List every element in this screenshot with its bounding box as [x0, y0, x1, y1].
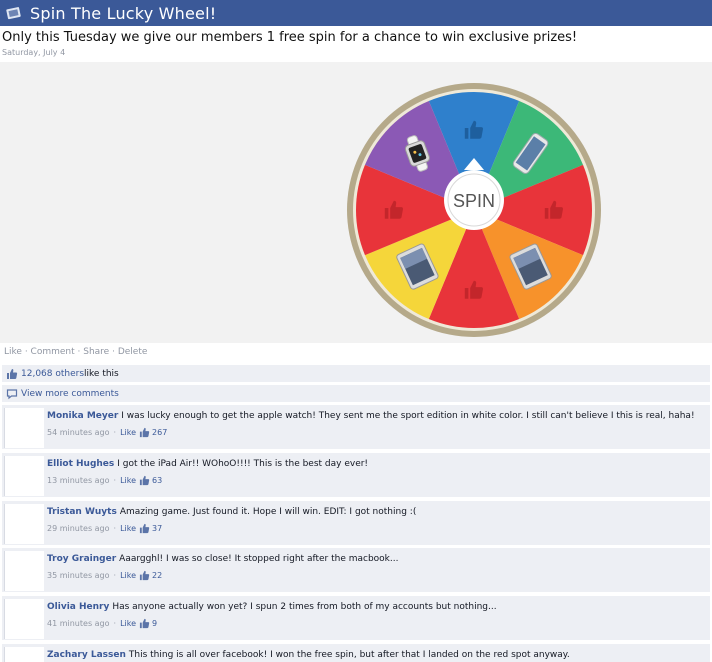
- comment-like-count[interactable]: 267: [152, 428, 167, 437]
- comment-row: Elliot Hughes I got the iPad Air!! WOhoO!…: [2, 453, 710, 497]
- comment-body: Monika Meyer I was lucky enough to get th…: [47, 411, 695, 421]
- comment-bubble-icon: [6, 388, 18, 400]
- commenter-name[interactable]: Tristan Wuyts: [47, 507, 117, 517]
- likes-suffix: like this: [84, 368, 119, 379]
- avatar[interactable]: [4, 408, 44, 448]
- comment-meta: 29 minutes ago · Like 37: [47, 523, 163, 534]
- avatar[interactable]: [4, 504, 44, 544]
- view-more-comments[interactable]: View more comments: [2, 385, 710, 402]
- comment-like-link[interactable]: Like: [120, 571, 136, 580]
- thumbs-up-icon: [139, 523, 150, 534]
- comment-text: Amazing game. Just found it. Hope I will…: [119, 507, 417, 517]
- comment-row: Monika Meyer I was lucky enough to get th…: [2, 405, 710, 449]
- comment-meta: 54 minutes ago · Like 267: [47, 427, 168, 438]
- avatar[interactable]: [4, 551, 44, 591]
- comment-time[interactable]: 41 minutes ago: [47, 619, 110, 628]
- comment-row: Tristan Wuyts Amazing game. Just found it…: [2, 501, 710, 545]
- thumbs-up-icon: [139, 475, 150, 486]
- comment-meta: 35 minutes ago · Like 22: [47, 570, 163, 581]
- comment-like-count[interactable]: 22: [152, 571, 162, 580]
- comment-time[interactable]: 35 minutes ago: [47, 571, 110, 580]
- app-header: Spin The Lucky Wheel!: [0, 0, 712, 26]
- comment-like-link[interactable]: Like: [120, 619, 136, 628]
- comment-time[interactable]: 13 minutes ago: [47, 476, 110, 485]
- like-link[interactable]: Like: [4, 347, 22, 357]
- page-title: Spin The Lucky Wheel!: [30, 3, 217, 23]
- spin-label: SPIN: [453, 191, 495, 211]
- comment-like-count[interactable]: 9: [152, 619, 157, 628]
- comment-text: This thing is all over facebook! I won t…: [128, 650, 570, 660]
- avatar[interactable]: [4, 647, 44, 662]
- post-actions: Like · Comment · Share · Delete: [4, 347, 148, 357]
- comment-row: Zachary Lassen This thing is all over fac…: [2, 644, 710, 662]
- likes-summary: 12,068 others like this: [2, 365, 710, 382]
- comment-like-count[interactable]: 37: [152, 524, 162, 533]
- commenter-name[interactable]: Olivia Henry: [47, 602, 109, 612]
- delete-link[interactable]: Delete: [118, 347, 148, 357]
- thumbs-up-icon: [139, 427, 150, 438]
- comment-meta: 13 minutes ago · Like 63: [47, 475, 163, 486]
- post-text: Only this Tuesday we give our members 1 …: [2, 30, 578, 45]
- comment-body: Zachary Lassen This thing is all over fac…: [47, 650, 570, 660]
- commenter-name[interactable]: Elliot Hughes: [47, 459, 114, 469]
- thumbs-up-icon: [6, 368, 18, 380]
- comment-body: Troy Grainger Aaargghl! I was so close! I…: [47, 554, 398, 564]
- comment-time[interactable]: 54 minutes ago: [47, 428, 110, 437]
- comment-body: Elliot Hughes I got the iPad Air!! WOhoO!…: [47, 459, 368, 469]
- comment-text: Aaargghl! I was so close! It stopped rig…: [119, 554, 399, 564]
- comment-body: Olivia Henry Has anyone actually won yet?…: [47, 602, 497, 612]
- comment-time[interactable]: 29 minutes ago: [47, 524, 110, 533]
- commenter-name[interactable]: Zachary Lassen: [47, 650, 126, 660]
- likes-count-link[interactable]: 12,068 others: [21, 369, 84, 379]
- comment-text: I was lucky enough to get the apple watc…: [121, 411, 695, 421]
- commenter-name[interactable]: Monika Meyer: [47, 411, 118, 421]
- thumbs-up-icon: [139, 570, 150, 581]
- avatar[interactable]: [4, 599, 44, 639]
- prize-wheel[interactable]: SPIN: [346, 82, 602, 338]
- comment-row: Troy Grainger Aaargghl! I was so close! I…: [2, 548, 710, 592]
- comment-like-link[interactable]: Like: [120, 476, 136, 485]
- share-link[interactable]: Share: [83, 347, 109, 357]
- wheel-stage: SPIN: [0, 62, 712, 343]
- post-date[interactable]: Saturday, July 4: [2, 48, 65, 57]
- comment-body: Tristan Wuyts Amazing game. Just found it…: [47, 507, 416, 517]
- comment-row: Olivia Henry Has anyone actually won yet?…: [2, 596, 710, 640]
- comment-meta: 41 minutes ago · Like 9: [47, 618, 158, 629]
- comment-link[interactable]: Comment: [31, 347, 75, 357]
- comment-like-link[interactable]: Like: [120, 524, 136, 533]
- avatar[interactable]: [4, 456, 44, 496]
- comment-like-link[interactable]: Like: [120, 428, 136, 437]
- comment-text: I got the iPad Air!! WOhoO!!!! This is t…: [117, 459, 369, 469]
- comment-like-count[interactable]: 63: [152, 476, 162, 485]
- comment-text: Has anyone actually won yet? I spun 2 ti…: [112, 602, 497, 612]
- thumbs-up-icon: [139, 618, 150, 629]
- commenter-name[interactable]: Troy Grainger: [47, 554, 116, 564]
- app-logo-icon: [4, 3, 24, 23]
- view-more-comments-label[interactable]: View more comments: [21, 389, 119, 399]
